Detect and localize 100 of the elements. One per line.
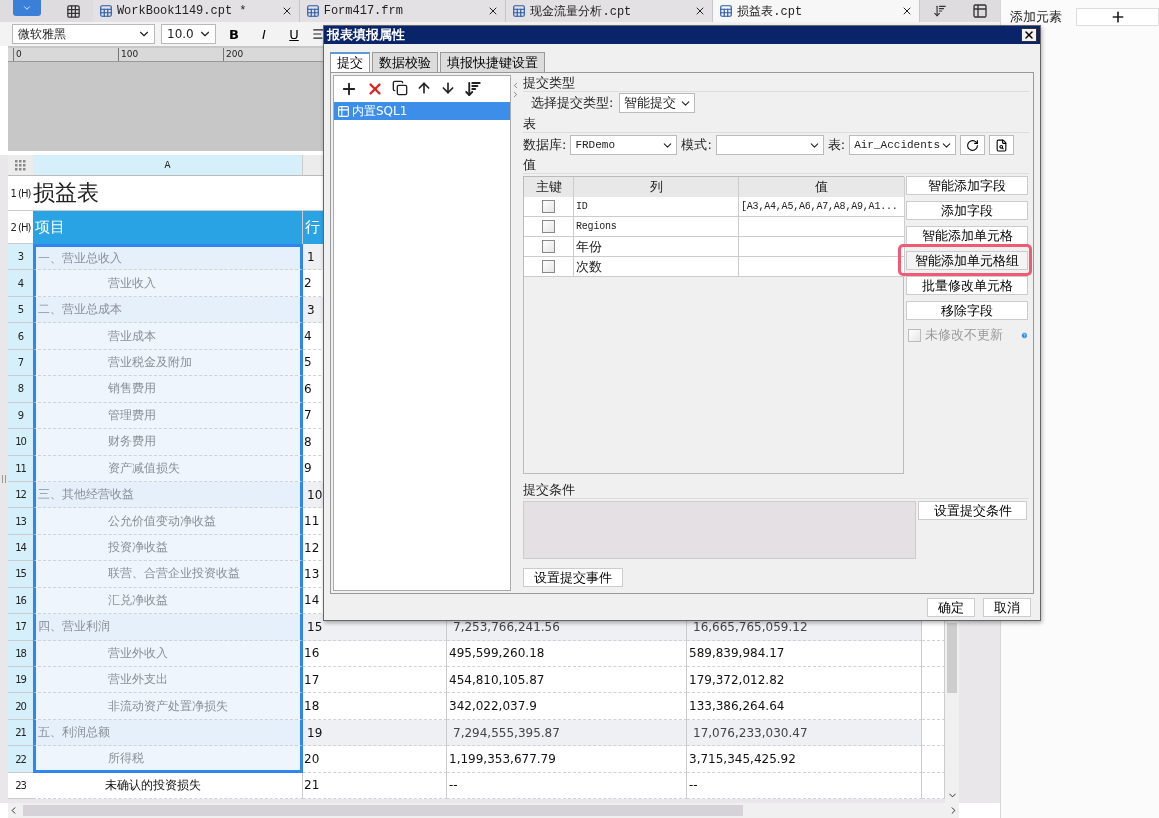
table-cell: 五、利润总额 <box>33 719 303 747</box>
sheet-icon <box>719 4 734 18</box>
refresh-button[interactable] <box>960 135 986 155</box>
set-event-button[interactable]: 设置提交事件 <box>523 568 623 587</box>
grid-icon[interactable] <box>66 3 82 19</box>
table-cell: 342,022,037.9 <box>447 693 687 720</box>
sort-icon[interactable] <box>464 80 482 98</box>
table-cell: ID <box>574 197 739 217</box>
table-cell: 20 <box>303 746 447 773</box>
table-cell: 179,372,012.82 <box>687 667 922 694</box>
table-cell: 财务费用 <box>33 429 303 456</box>
table-cell: 495,599,260.18 <box>447 640 687 667</box>
table-cell: 营业收入 <box>33 270 303 297</box>
checkbox[interactable] <box>542 260 555 273</box>
table-cell: 7,294,555,395.87 <box>447 719 687 747</box>
table-cell: 营业成本 <box>33 323 303 350</box>
table-cell: 589,839,984.17 <box>687 640 922 667</box>
table-cell: 16 <box>303 640 447 667</box>
set-condition-button[interactable]: 设置提交条件 <box>918 501 1027 520</box>
table-cell: Regions <box>574 217 739 237</box>
table-cell: 17 <box>303 667 447 694</box>
file-tab[interactable]: 损益表.cpt <box>713 0 921 22</box>
database-select[interactable]: FRDemo <box>570 135 678 155</box>
align-icon[interactable] <box>312 27 326 41</box>
column-header: 列 <box>574 177 739 197</box>
row-header: 22 <box>8 746 33 773</box>
row-header: 20 <box>8 693 33 720</box>
section-label: 提交类型 <box>523 75 1029 92</box>
row-header: 5 <box>8 296 33 324</box>
dropdown-icon[interactable] <box>933 4 948 18</box>
tab[interactable]: 数据校验 <box>372 52 438 72</box>
table-cell: 营业税金及附加 <box>33 349 303 377</box>
table-cell: 3,715,345,425.92 <box>687 746 922 773</box>
row-header: 7 <box>8 349 33 377</box>
table-cell <box>922 719 945 747</box>
row-header: 19 <box>8 667 33 694</box>
table-cell: 投资净收益 <box>33 534 303 562</box>
caret-icon <box>22 3 33 13</box>
size-select[interactable]: 10.0 <box>161 24 216 44</box>
table-cell: 年份 <box>574 237 739 257</box>
file-tab[interactable]: WorkBook1149.cpt * <box>92 0 300 22</box>
row-header: 21 <box>8 719 33 747</box>
action-button[interactable]: 智能添加字段 <box>906 176 1028 195</box>
checkbox[interactable] <box>542 200 555 213</box>
copy-icon[interactable] <box>392 80 408 96</box>
app-menu-button[interactable] <box>13 0 42 16</box>
close-button[interactable] <box>1021 28 1037 42</box>
add-icon[interactable] <box>340 80 358 98</box>
column-header: 主键 <box>524 177 574 197</box>
drag-handle-icon[interactable] <box>2 475 6 483</box>
font-select[interactable]: 微软雅黑 <box>12 24 155 44</box>
table-cell: 所得税 <box>33 746 303 773</box>
table-cell: -- <box>447 772 687 800</box>
file-search-icon <box>995 138 1009 152</box>
row-header: 14 <box>8 534 33 562</box>
section-label: 值 <box>523 157 1029 174</box>
submit-type-select[interactable]: 智能提交 <box>619 93 696 113</box>
checkbox[interactable] <box>542 220 555 233</box>
section-label: 提交条件 <box>523 482 1029 499</box>
delete-icon[interactable] <box>366 80 384 98</box>
table-cell: 18 <box>303 693 447 720</box>
italic-button[interactable]: I <box>252 24 276 44</box>
layout-icon[interactable] <box>972 3 988 19</box>
file-tab[interactable]: Form417.frm <box>299 0 507 22</box>
checkbox[interactable] <box>542 240 555 253</box>
table-cell <box>922 667 945 694</box>
section-label: 表 <box>523 116 1029 133</box>
action-button[interactable]: 智能添加单元格组 <box>906 251 1028 270</box>
row-header: 6 <box>8 323 33 350</box>
horizontal-scrollbar[interactable] <box>8 803 959 818</box>
footer-button[interactable]: 确定 <box>927 598 975 617</box>
table-cell <box>922 772 945 800</box>
tab[interactable]: 提交 <box>330 52 370 72</box>
bold-button[interactable]: B <box>222 24 246 44</box>
grid-dots-icon[interactable] <box>15 159 26 171</box>
file-tab[interactable]: 现金流量分析.cpt <box>506 0 714 22</box>
table-cell: 三、其他经营收益 <box>33 481 303 509</box>
footer-button[interactable]: 取消 <box>983 598 1031 617</box>
table-select[interactable]: Air_Accidents <box>849 135 957 155</box>
action-button[interactable]: 添加字段 <box>906 201 1028 220</box>
sheet-icon <box>305 4 320 18</box>
row-header: 9 <box>8 402 33 430</box>
action-button[interactable]: 移除字段 <box>906 301 1028 320</box>
tab[interactable]: 填报快捷键设置 <box>440 52 545 72</box>
table-cell: 二、营业总成本 <box>33 296 303 324</box>
field-label: 选择提交类型: <box>531 94 614 112</box>
table-cell <box>922 746 945 773</box>
underline-button[interactable]: U <box>282 24 306 44</box>
action-button[interactable]: 批量修改单元格 <box>906 276 1028 295</box>
ruler-label: 100 <box>118 48 223 61</box>
table-cell: 公允价值变动净收益 <box>33 508 303 535</box>
preview-button[interactable] <box>989 135 1015 155</box>
table-cell: 17,076,233,030.47 <box>687 719 922 747</box>
table-cell: 销售费用 <box>33 376 303 403</box>
row-header: 15 <box>8 561 33 588</box>
table-cell: -- <box>687 772 922 800</box>
add-element-field[interactable] <box>1076 8 1159 26</box>
column-header[interactable]: A <box>33 155 303 176</box>
table-cell: 联营、合营企业投资收益 <box>33 561 303 588</box>
table-cell: 未确认的投资损失 <box>33 772 303 800</box>
